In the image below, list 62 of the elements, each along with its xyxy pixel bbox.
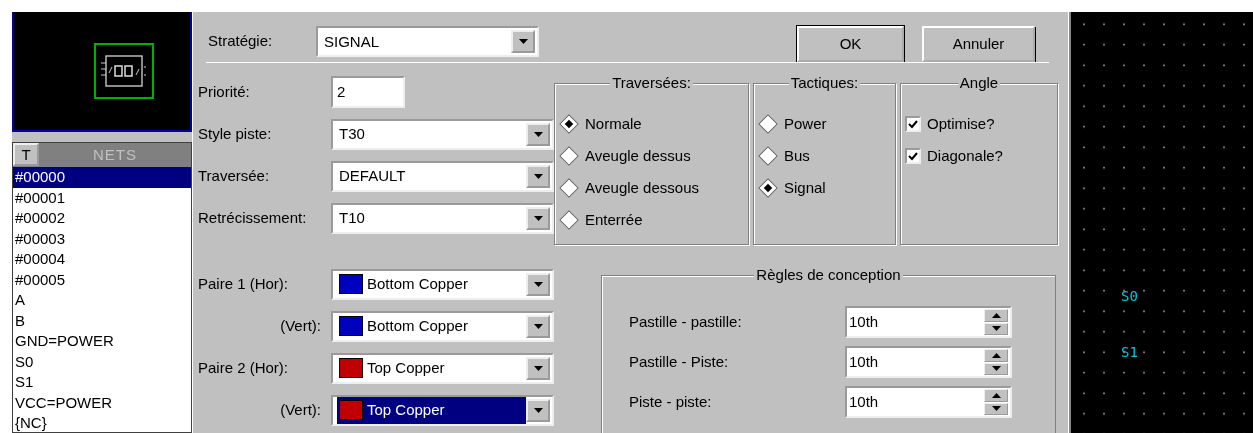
- net-label: S0: [1121, 288, 1138, 305]
- net-item[interactable]: #00003: [13, 228, 191, 249]
- layer-dropdown[interactable]: Bottom Copper: [331, 310, 554, 342]
- net-item[interactable]: S0: [13, 351, 191, 372]
- toggle-button[interactable]: T: [13, 143, 39, 166]
- option-label: Power: [784, 115, 827, 133]
- option-label: Normale: [585, 115, 642, 133]
- net-item[interactable]: S1: [13, 372, 191, 393]
- field-label: (Vert):: [279, 317, 322, 335]
- dropdown[interactable]: T30: [331, 118, 554, 150]
- checkbox[interactable]: [905, 116, 921, 132]
- net-item[interactable]: #00001: [13, 187, 191, 208]
- checkbox[interactable]: [905, 148, 921, 164]
- group-title: Traversées:: [610, 74, 693, 91]
- layer-dropdown[interactable]: Bottom Copper: [331, 268, 554, 300]
- layer-dropdown[interactable]: Top Copper: [331, 352, 554, 384]
- spin-field[interactable]: 10th: [845, 386, 1012, 418]
- field-label: Style piste:: [198, 125, 273, 143]
- option-label: Optimise?: [927, 115, 995, 133]
- spin-field[interactable]: 10th: [845, 306, 1012, 338]
- pcb-canvas[interactable]: S0 S1: [1069, 12, 1253, 433]
- layer-dropdown[interactable]: Top Copper: [331, 394, 554, 426]
- field-label: Pastille - Piste:: [629, 353, 730, 371]
- list-title: NETS: [92, 145, 138, 165]
- field-label: Priorité:: [198, 83, 251, 101]
- net-item[interactable]: {NC}: [13, 413, 191, 432]
- priority-input[interactable]: 2: [331, 76, 405, 108]
- spin-arrows-icon[interactable]: [984, 349, 1008, 375]
- strategy-dropdown[interactable]: SIGNAL: [316, 26, 539, 57]
- net-item[interactable]: #00005: [13, 269, 191, 290]
- field-label: Piste - piste:: [629, 393, 713, 411]
- option-label: Signal: [784, 179, 826, 197]
- field-label: Paire 1 (Hor):: [198, 275, 290, 293]
- net-item[interactable]: #00000: [13, 167, 191, 188]
- group-title: Angle: [957, 74, 1001, 91]
- spin-arrows-icon[interactable]: [984, 389, 1008, 415]
- option-label: Enterrée: [585, 211, 643, 229]
- net-item[interactable]: VCC=POWER: [13, 392, 191, 413]
- dropdown[interactable]: T10: [331, 202, 554, 234]
- net-item[interactable]: A: [13, 290, 191, 311]
- net-item[interactable]: B: [13, 310, 191, 331]
- net-item[interactable]: GND=POWER: [13, 331, 191, 352]
- option-label: Bus: [784, 147, 810, 165]
- spin-field[interactable]: 10th: [845, 346, 1012, 378]
- ok-button[interactable]: OK: [797, 26, 904, 62]
- net-item[interactable]: #00002: [13, 208, 191, 229]
- net-label: S1: [1121, 344, 1138, 361]
- spin-arrows-icon[interactable]: [984, 309, 1008, 335]
- field-label: Paire 2 (Hor):: [198, 359, 290, 377]
- dropdown[interactable]: DEFAULT: [331, 160, 554, 192]
- group-title: Règles de conception: [754, 266, 903, 283]
- option-label: Diagonale?: [927, 147, 1003, 165]
- field-label: Pastille - pastille:: [629, 313, 743, 331]
- field-label: Traversée:: [198, 167, 271, 185]
- field-label: Retrécissement:: [198, 209, 308, 227]
- cancel-button[interactable]: Annuler: [922, 26, 1035, 62]
- net-item[interactable]: #00004: [13, 249, 191, 270]
- field-label: (Vert):: [279, 401, 322, 419]
- option-label: Aveugle dessus: [585, 147, 691, 165]
- option-label: Aveugle dessous: [585, 179, 699, 197]
- group-title: Tactiques:: [788, 74, 861, 91]
- field-label: Stratégie:: [208, 31, 274, 50]
